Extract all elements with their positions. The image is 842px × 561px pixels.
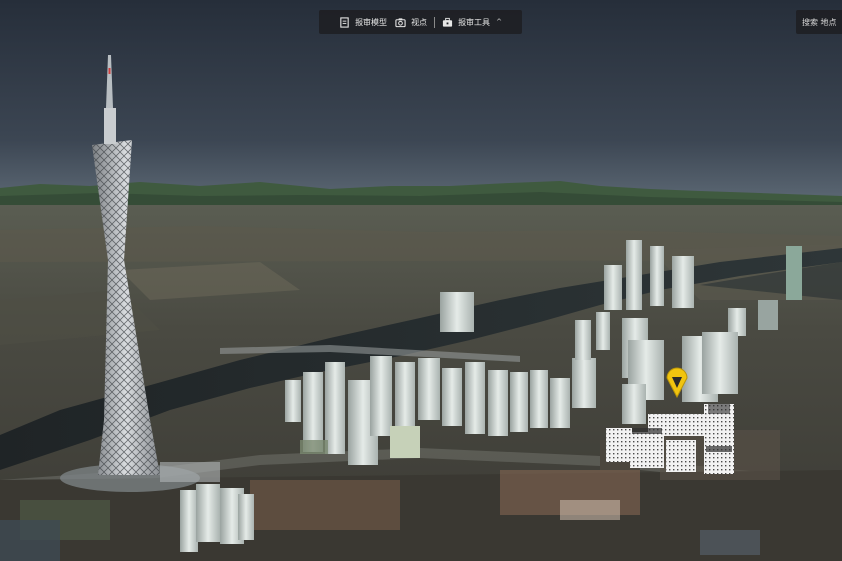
report-model-label: 报审模型	[355, 17, 388, 27]
search-placeholder: 搜索 地点	[802, 17, 837, 27]
document-icon	[340, 16, 349, 28]
chevron-up-icon: ^	[496, 18, 502, 26]
viewpoint-label: 视点	[411, 17, 428, 27]
toolbar-divider	[434, 16, 436, 28]
location-pin-icon[interactable]	[664, 364, 690, 398]
report-tools-label: 报审工具	[458, 17, 491, 27]
top-toolbar: 报审模型 视点 报审工具 ^	[319, 10, 522, 34]
report-model-button[interactable]: 报审模型	[335, 16, 391, 28]
map-3d-viewport[interactable]	[0, 0, 842, 561]
report-tools-button[interactable]: 报审工具 ^	[438, 17, 506, 28]
search-input[interactable]: 搜索 地点	[796, 10, 842, 34]
camera-icon	[395, 17, 406, 27]
toolbox-icon	[442, 17, 453, 27]
viewpoint-button[interactable]: 视点	[391, 17, 431, 28]
